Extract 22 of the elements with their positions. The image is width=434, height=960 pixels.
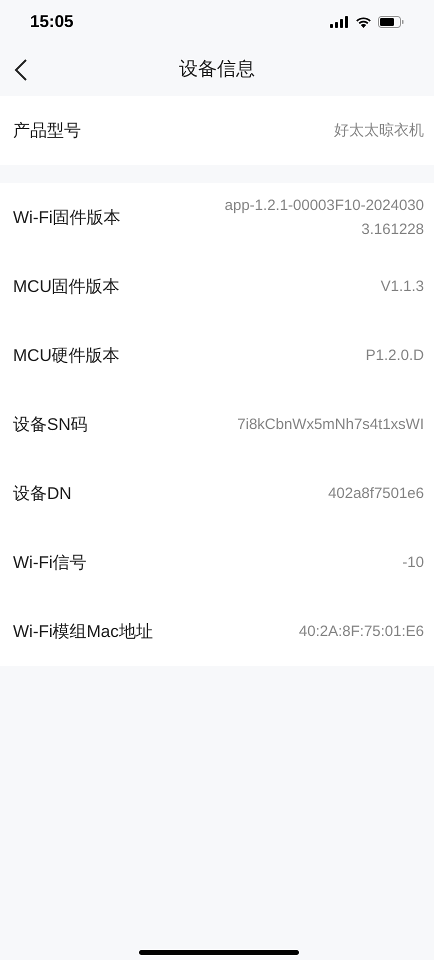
row-value: 好太太晾衣机 [334, 120, 424, 140]
row-value: 40:2A:8F:75:01:E6 [298, 622, 424, 642]
row-label: Wi-Fi模组Mac地址 [13, 620, 153, 643]
row-label: 产品型号 [13, 120, 81, 142]
row-value: app-1.2.1-00003F10-20240303.161228 [224, 196, 424, 240]
row-value: V1.1.3 [380, 276, 424, 296]
status-time: 15:05 [30, 11, 74, 34]
row-label: Wi-Fi固件版本 [13, 206, 121, 229]
wifi-icon [355, 16, 372, 28]
row-value: 7i8kCbnWx5mNh7s4t1xsWI [237, 414, 424, 434]
row-label: MCU固件版本 [13, 276, 120, 298]
row-label: MCU硬件版本 [13, 344, 120, 367]
signal-icon [330, 16, 349, 28]
row-value: -10 [402, 552, 424, 572]
row-label: Wi-Fi信号 [13, 552, 87, 574]
row-label: 设备DN [13, 482, 72, 505]
row-label: 设备SN码 [13, 414, 88, 436]
row-value: 402a8f7501e6 [328, 484, 424, 504]
battery-icon [378, 16, 404, 28]
row-value: P1.2.0.D [366, 346, 424, 366]
back-icon [14, 58, 28, 82]
page-title: 设备信息 [179, 58, 255, 82]
